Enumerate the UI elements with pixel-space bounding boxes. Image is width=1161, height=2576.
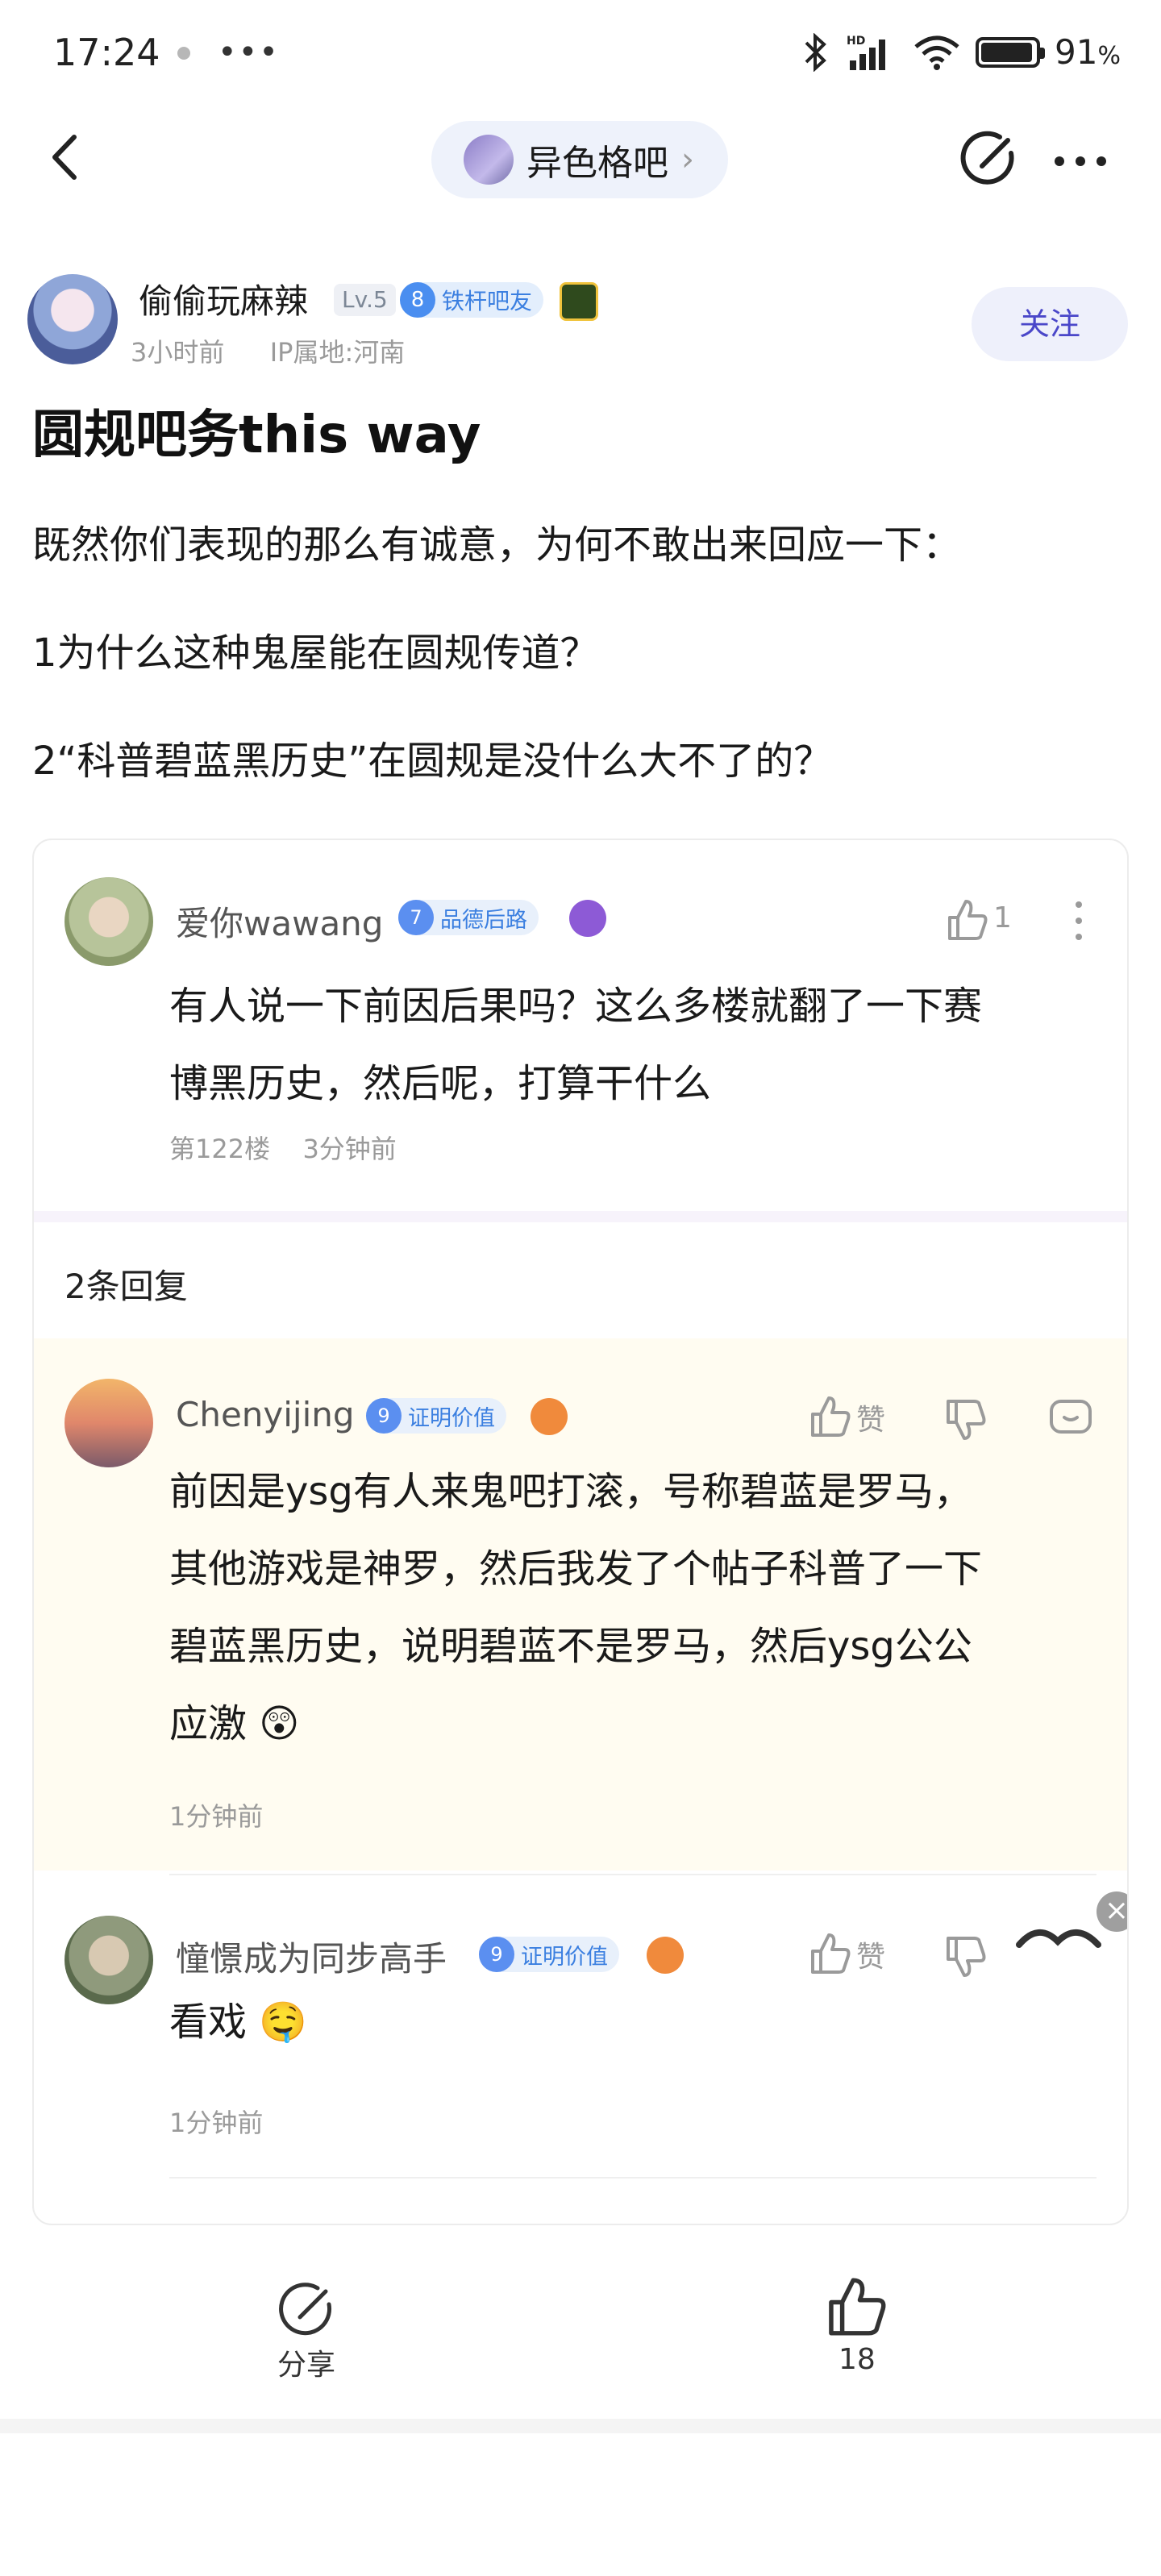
replier-name[interactable]: Chenyijing xyxy=(176,1395,355,1434)
thumbs-up-icon[interactable] xyxy=(942,897,990,945)
post-paragraph: 1为什么这种鬼屋能在圆规传道？ xyxy=(32,630,599,676)
fan-title-badge: 8 铁杆吧友 xyxy=(400,282,544,318)
reply-item: Chenyijing 9 证明价值 赞 前因是ysg有人来鬼吧打滚，号称碧蓝是罗… xyxy=(34,1338,1127,1871)
medal-icon xyxy=(531,1398,568,1435)
status-bar: 17:24 ••• HD 91% xyxy=(0,0,1161,105)
level-badge: Lv.5 xyxy=(334,284,396,316)
notification-dot-icon xyxy=(177,47,190,60)
commenter-avatar[interactable] xyxy=(64,877,153,966)
like-count: 1 xyxy=(993,901,1012,934)
badge-title: 证明价值 xyxy=(408,1405,495,1431)
reply-text: 前因是ysg有人来鬼吧打滚，号称碧蓝是罗马， 其他游戏是神罗，然后我发了个帖子科… xyxy=(169,1453,1113,1762)
thumbs-down-icon[interactable] xyxy=(940,1932,988,1980)
share-icon[interactable] xyxy=(958,129,1019,190)
floating-sticker-icon[interactable] xyxy=(1014,1917,1103,1966)
reply-time: 1分钟前 xyxy=(169,2108,264,2138)
thumbs-up-icon[interactable] xyxy=(805,1393,853,1442)
post-ip: IP属地:河南 xyxy=(269,337,406,368)
battery-icon xyxy=(976,36,1046,68)
reply-text: 看戏 🤤 xyxy=(169,1983,1105,2061)
like-count: 18 xyxy=(838,2343,876,2376)
divider xyxy=(169,1874,1096,1875)
reply-line: 看戏 🤤 xyxy=(169,2000,308,2045)
badge-level-icon: 9 xyxy=(366,1398,402,1434)
reply-time: 1分钟前 xyxy=(169,1801,264,1832)
battery-percent: 91% xyxy=(1055,32,1121,72)
comment-card: 爱你wawang 7 品德后路 1 有人说一下前因后果吗？这么多楼就翻了一下赛 … xyxy=(32,839,1129,2225)
svg-text:HD: HD xyxy=(847,35,865,48)
thumbs-up-icon[interactable] xyxy=(805,1930,853,1979)
comment-text: 有人说一下前因后果吗？这么多楼就翻了一下赛 博黑历史，然后呢，打算干什么 xyxy=(169,968,1105,1122)
comment-time: 3分钟前 xyxy=(302,1134,397,1164)
top-nav: 异色格吧 › xyxy=(0,105,1161,218)
thumbs-down-icon[interactable] xyxy=(940,1395,988,1443)
medal-icon xyxy=(560,282,598,321)
post-time: 3小时前 xyxy=(131,337,225,368)
more-vertical-icon[interactable] xyxy=(1055,897,1103,945)
post-title: 圆规吧务this way xyxy=(32,406,481,465)
replier-avatar[interactable] xyxy=(64,1916,153,2004)
replier-name[interactable]: 憧憬成为同步高手 xyxy=(176,1932,447,1981)
status-indicators: HD 91% xyxy=(800,32,1121,72)
medal-icon xyxy=(569,900,606,937)
reply-count: 2条回复 xyxy=(64,1267,188,1306)
reply-line: 碧蓝黑历史，说明碧蓝不是罗马，然后ysg公公 xyxy=(169,1624,972,1669)
commenter-name[interactable]: 爱你wawang xyxy=(176,897,383,946)
fan-title-badge: 7 品德后路 xyxy=(398,900,539,935)
author-name[interactable]: 偷偷玩麻辣 xyxy=(139,274,308,323)
forum-avatar xyxy=(464,135,514,185)
badge-level-icon: 8 xyxy=(400,282,435,318)
author-avatar[interactable] xyxy=(27,274,118,364)
share-icon[interactable] xyxy=(276,2280,337,2341)
fan-title-badge: 9 证明价值 xyxy=(366,1398,506,1434)
status-time: 17:24 xyxy=(53,31,160,74)
badge-title: 证明价值 xyxy=(521,1944,608,1970)
divider xyxy=(169,2177,1096,2179)
badge-title: 铁杆吧友 xyxy=(442,288,533,314)
bottom-action-bar: 分享 18 xyxy=(0,2241,1161,2411)
comment-line: 有人说一下前因后果吗？这么多楼就翻了一下赛 xyxy=(169,984,983,1029)
forum-name: 异色格吧 xyxy=(526,143,668,184)
badge-title: 品德后路 xyxy=(440,907,527,933)
chevron-right-icon: › xyxy=(681,141,694,178)
follow-button[interactable]: 关注 xyxy=(972,287,1128,361)
post-paragraph: 既然你们表现的那么有诚意，为何不敢出来回应一下： xyxy=(32,522,962,568)
forum-link[interactable]: 异色格吧 › xyxy=(431,121,728,198)
more-options-icon[interactable] xyxy=(1048,137,1113,185)
floor-number: 第122楼 xyxy=(169,1134,271,1164)
reply-icon[interactable] xyxy=(1047,1395,1095,1443)
bluetooth-icon xyxy=(805,32,826,72)
reply-line: 前因是ysg有人来鬼吧打滚，号称碧蓝是罗马， xyxy=(169,1469,972,1514)
status-more-icon: ••• xyxy=(218,34,280,71)
comment-meta: 第122楼 3分钟前 xyxy=(169,1129,397,1166)
reply-line: 应激 😲 xyxy=(169,1701,300,1746)
thumbs-up-icon[interactable] xyxy=(822,2274,888,2340)
wifi-icon xyxy=(914,35,959,70)
reply-line: 其他游戏是神罗，然后我发了个帖子科普了一下 xyxy=(169,1546,983,1592)
share-label[interactable]: 分享 xyxy=(277,2341,335,2383)
post-meta: 3小时前 IP属地:河南 xyxy=(131,332,405,369)
like-label: 赞 xyxy=(856,1941,886,1974)
post-paragraph: 2“科普碧蓝黑历史”在圆规是没什么大不了的？ xyxy=(32,739,833,784)
like-label: 赞 xyxy=(856,1404,886,1437)
replier-avatar[interactable] xyxy=(64,1379,153,1467)
medal-icon xyxy=(647,1937,684,1974)
badge-level-icon: 7 xyxy=(398,900,434,935)
fan-title-badge: 9 证明价值 xyxy=(479,1937,619,1972)
comment-line: 博黑历史，然后呢，打算干什么 xyxy=(169,1061,712,1106)
cellular-signal-icon: HD xyxy=(847,35,886,70)
back-icon[interactable] xyxy=(40,129,97,185)
bottom-divider xyxy=(0,2419,1161,2433)
badge-level-icon: 9 xyxy=(479,1937,514,1972)
divider xyxy=(34,1211,1127,1222)
